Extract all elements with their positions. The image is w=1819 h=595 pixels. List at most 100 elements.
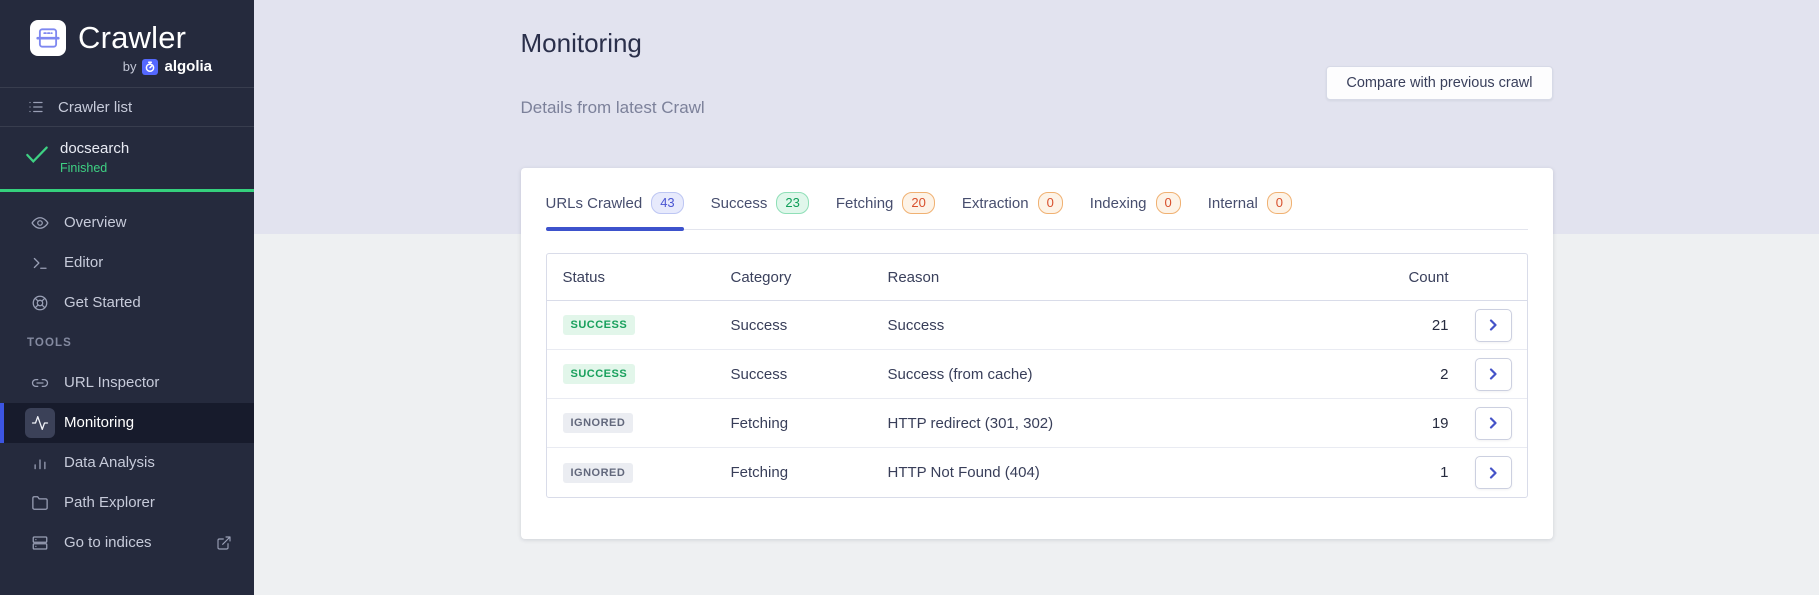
sidebar-item-path-explorer[interactable]: Path Explorer — [0, 483, 254, 523]
count-cell: 19 — [1431, 414, 1449, 432]
tab-internal[interactable]: Internal 0 — [1207, 192, 1293, 229]
monitoring-card: URLs Crawled 43 Success 23 Fetching 20 E… — [520, 168, 1553, 539]
table-row: SUCCESS Success Success 21 — [546, 301, 1527, 350]
eye-icon — [25, 208, 55, 238]
expand-row-button[interactable] — [1474, 406, 1512, 440]
expand-row-button[interactable] — [1474, 357, 1512, 391]
tab-count-badge: 0 — [1155, 192, 1181, 214]
crawl-results-table: Status Category Reason Count SUCCESS Suc… — [545, 253, 1528, 498]
count-cell: 1 — [1440, 464, 1449, 481]
category-cell: Success — [730, 316, 788, 334]
crawl-name: docsearch — [60, 140, 130, 157]
nav-label: Data Analysis — [64, 454, 155, 472]
nav-label: Editor — [64, 254, 104, 272]
crawl-info: docsearch Finished — [60, 140, 129, 175]
chevron-right-icon — [1489, 319, 1497, 331]
sidebar-item-url-inspector[interactable]: URL Inspector — [0, 363, 254, 403]
tools-section-header: TOOLS — [27, 336, 72, 349]
crawler-list-label: Crawler list — [58, 98, 133, 116]
tab-label: Internal — [1207, 194, 1258, 212]
reason-cell: Success — [887, 316, 945, 334]
chevron-right-icon — [1489, 368, 1497, 380]
sidebar-item-monitoring[interactable]: Monitoring — [0, 402, 254, 443]
column-header-reason: Reason — [887, 268, 940, 286]
expand-row-button[interactable] — [1474, 456, 1512, 489]
tab-label: URLs Crawled — [545, 194, 643, 212]
brand-name: algolia — [164, 58, 212, 75]
nav-label: Go to indices — [64, 534, 152, 552]
nav-label: Overview — [64, 214, 127, 232]
sidebar: Crawler by algolia Crawler list docsearc… — [0, 0, 254, 595]
status-badge: SUCCESS — [562, 315, 636, 335]
app-window: Crawler by algolia Crawler list docsearc… — [0, 0, 1819, 595]
main-area: Monitoring Compare with previous crawl D… — [254, 0, 1819, 595]
table-row: IGNORED Fetching HTTP Not Found (404) 1 — [547, 448, 1527, 497]
reason-cell: HTTP Not Found (404) — [887, 464, 1040, 481]
current-crawl[interactable]: docsearch Finished — [0, 127, 254, 189]
category-cell: Fetching — [730, 464, 789, 481]
tab-extraction[interactable]: Extraction 0 — [962, 192, 1063, 229]
sidebar-item-crawler-list[interactable]: Crawler list — [0, 87, 254, 127]
activity-icon — [25, 407, 55, 438]
app-title: Crawler — [78, 20, 187, 55]
tab-count-badge: 0 — [1266, 192, 1293, 214]
category-cell: Success — [730, 365, 788, 383]
reason-cell: Success (from cache) — [887, 365, 1033, 383]
column-header-count: Count — [1408, 268, 1449, 286]
nav-label: URL Inspector — [64, 374, 160, 392]
bar-chart-icon — [25, 448, 55, 478]
nav-label: Path Explorer — [64, 494, 155, 512]
tab-count-badge: 43 — [651, 192, 684, 214]
nav-label: Monitoring — [64, 414, 135, 432]
table-header-row: Status Category Reason Count — [546, 254, 1527, 301]
reason-cell: HTTP redirect (301, 302) — [887, 414, 1054, 432]
algolia-logo-icon — [142, 58, 159, 75]
sidebar-item-go-to-indices[interactable]: Go to indices — [0, 523, 254, 563]
logo-row: Crawler — [30, 20, 254, 56]
crawler-logo-icon — [30, 20, 66, 56]
tab-indexing[interactable]: Indexing 0 — [1090, 192, 1181, 229]
page-title: Monitoring — [520, 28, 642, 58]
sidebar-nav: Overview Editor Get Started TOOLS URL In… — [0, 192, 254, 563]
app-logo: Crawler by algolia — [0, 0, 254, 87]
tab-label: Fetching — [835, 194, 894, 212]
tab-count-badge: 20 — [902, 192, 935, 214]
terminal-icon — [25, 248, 55, 278]
tab-count-badge: 0 — [1037, 192, 1063, 214]
lifebuoy-icon — [25, 288, 55, 318]
tab-urls-crawled[interactable]: URLs Crawled 43 — [545, 192, 684, 231]
tab-label: Success — [710, 194, 768, 212]
server-icon — [25, 528, 55, 558]
column-header-category: Category — [730, 268, 792, 286]
crawl-status: Finished — [60, 160, 108, 175]
chevron-right-icon — [1489, 466, 1497, 479]
tab-success[interactable]: Success 23 — [711, 192, 809, 229]
sidebar-item-editor[interactable]: Editor — [0, 243, 254, 283]
brand-row: by algolia — [62, 58, 212, 75]
chevron-right-icon — [1489, 417, 1497, 429]
compare-previous-crawl-button[interactable]: Compare with previous crawl — [1326, 66, 1553, 100]
content-column: Monitoring Compare with previous crawl D… — [520, 28, 1553, 539]
status-badge: IGNORED — [562, 413, 634, 433]
table-row: IGNORED Fetching HTTP redirect (301, 302… — [546, 399, 1527, 448]
sidebar-item-data-analysis[interactable]: Data Analysis — [0, 443, 254, 483]
nav-label: Get Started — [64, 294, 141, 312]
link-icon — [25, 368, 55, 398]
tab-count-badge: 23 — [776, 192, 809, 214]
external-link-icon — [216, 535, 232, 551]
tab-label: Extraction — [961, 194, 1029, 212]
category-cell: Fetching — [730, 414, 789, 432]
expand-row-button[interactable] — [1474, 308, 1512, 342]
status-badge: IGNORED — [562, 462, 634, 483]
sidebar-item-get-started[interactable]: Get Started — [0, 283, 254, 323]
page-subtitle: Details from latest Crawl — [520, 98, 705, 117]
column-header-status: Status — [562, 268, 606, 286]
by-label: by — [122, 59, 137, 74]
count-cell: 21 — [1431, 316, 1449, 334]
sidebar-item-overview[interactable]: Overview — [0, 203, 254, 243]
count-cell: 2 — [1440, 365, 1449, 383]
tab-fetching[interactable]: Fetching 20 — [836, 192, 935, 229]
folder-icon — [25, 488, 55, 518]
tab-label: Indexing — [1089, 194, 1147, 212]
status-tabs: URLs Crawled 43 Success 23 Fetching 20 E… — [545, 192, 1528, 231]
